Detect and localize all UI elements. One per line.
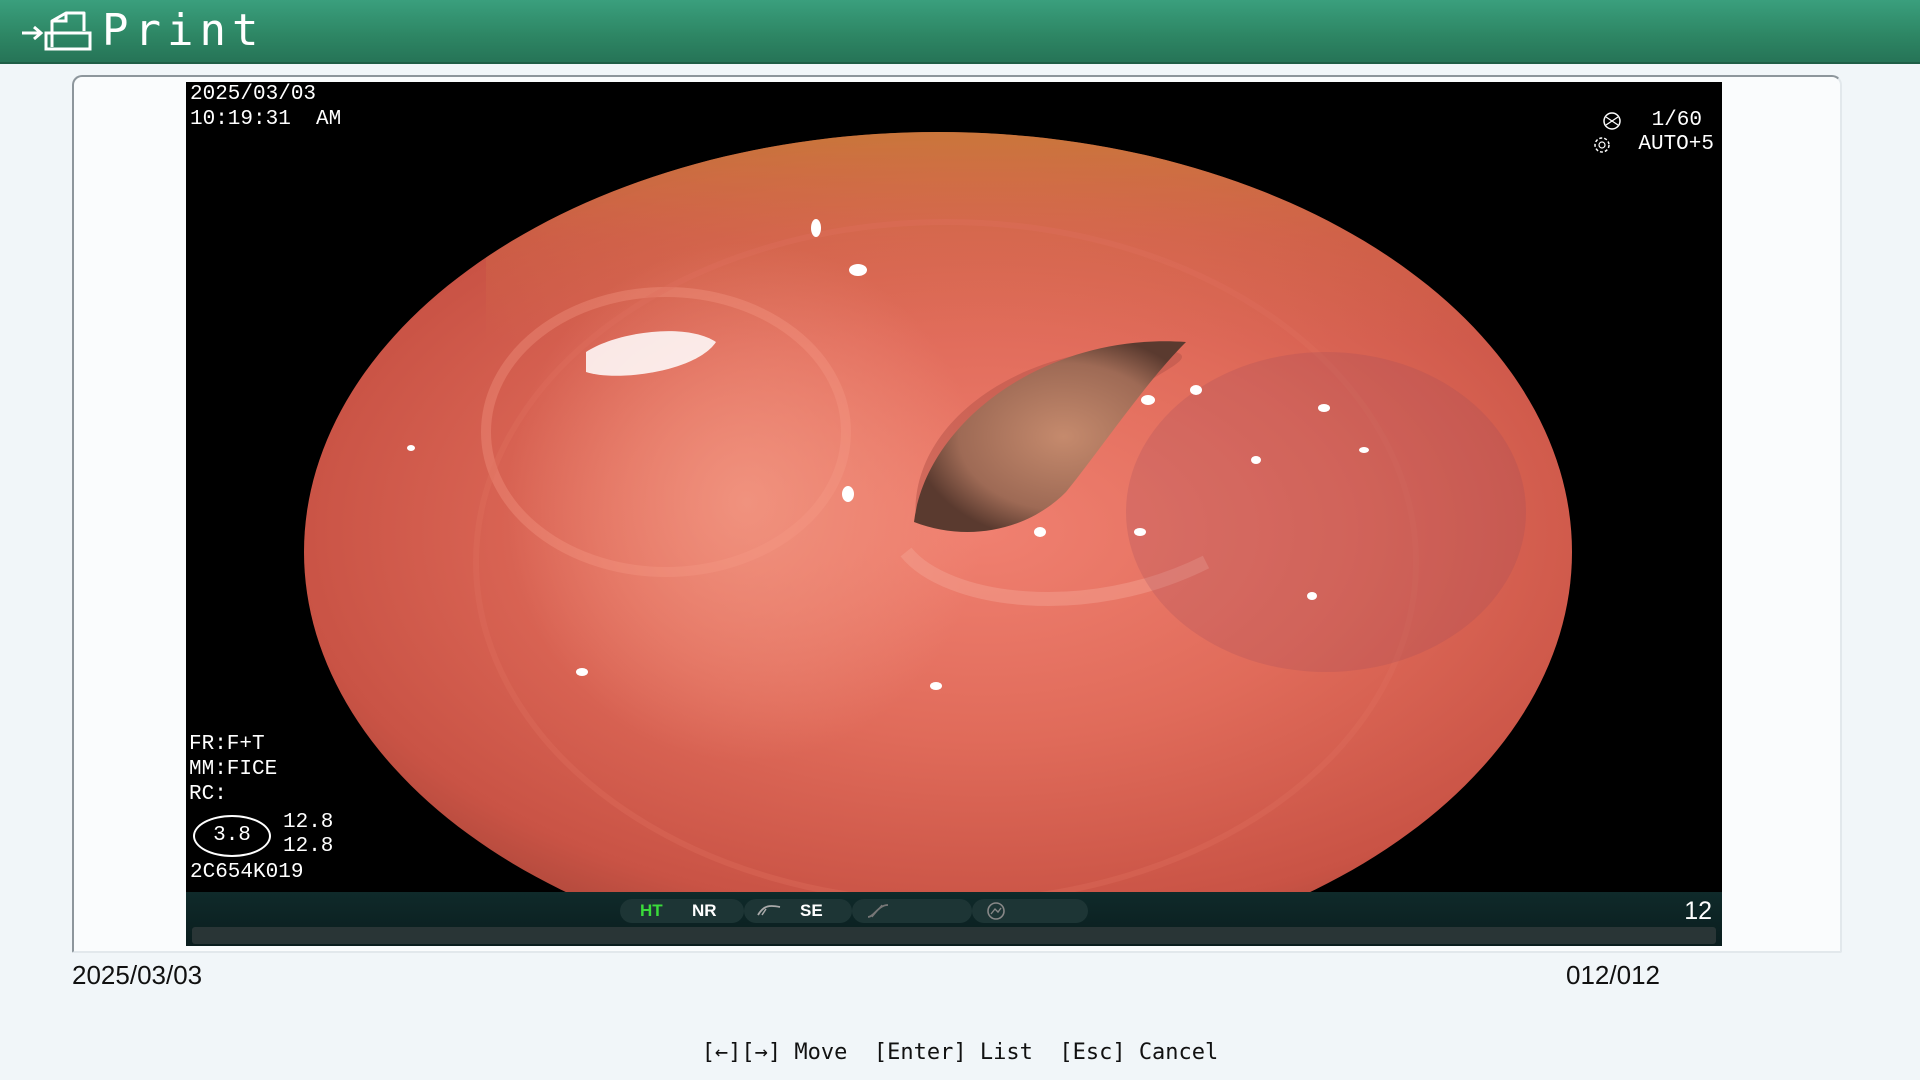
endoscopy-scene xyxy=(304,132,1572,946)
footer-date: 2025/03/03 xyxy=(72,960,203,990)
exposure-mode: AUTO+5 xyxy=(1638,133,1714,156)
target-pill xyxy=(972,899,1088,923)
shutter-speed: 1/60 xyxy=(1651,109,1702,132)
capture-date: 2025/03/03 xyxy=(190,83,317,106)
frame-number: 12 xyxy=(1684,897,1712,925)
oval-value: 3.8 xyxy=(193,815,271,857)
status-strip: HT NR SE 12 xyxy=(186,892,1722,946)
page-counter: 012/012 xyxy=(1566,960,1660,990)
key-help: [←][→] Move [Enter] List [Esc] Cancel xyxy=(0,1040,1920,1065)
structure-icon xyxy=(757,905,781,916)
se-pill: SE xyxy=(744,899,852,923)
cancel-key-hint[interactable]: [Esc] Cancel xyxy=(1059,1040,1218,1065)
capture-time: 10:19:31 AM xyxy=(190,108,342,131)
fr-setting: FR:F+T xyxy=(189,733,265,756)
se-indicator: SE xyxy=(800,901,823,920)
nr-indicator: NR xyxy=(692,901,717,920)
list-key-hint[interactable]: [Enter] List xyxy=(874,1040,1033,1065)
print-arrow-icon xyxy=(18,7,102,55)
exposure-icon xyxy=(1594,137,1610,153)
move-key-hint[interactable]: [←][→] Move xyxy=(702,1040,848,1065)
endoscopy-image: 2025/03/03 10:19:31 AM 1/60 AUTO+5 FR:F+… xyxy=(186,82,1722,946)
rc-setting: RC: xyxy=(189,783,227,806)
status-strip-lower xyxy=(192,927,1716,944)
mm-setting: MM:FICE xyxy=(189,758,278,781)
shutter-icon xyxy=(1603,112,1621,130)
curve-icon xyxy=(867,904,889,918)
ht-indicator: HT xyxy=(640,901,663,920)
value-2: 12.8 xyxy=(283,835,334,858)
scope-serial: 2C654K019 xyxy=(190,861,304,884)
page-title: Print xyxy=(102,5,265,56)
value-1: 12.8 xyxy=(283,811,334,834)
curve-pill xyxy=(852,899,972,923)
title-bar: Print xyxy=(0,0,1920,64)
target-icon xyxy=(987,902,1005,920)
ht-nr-pill: HT NR xyxy=(620,899,744,923)
